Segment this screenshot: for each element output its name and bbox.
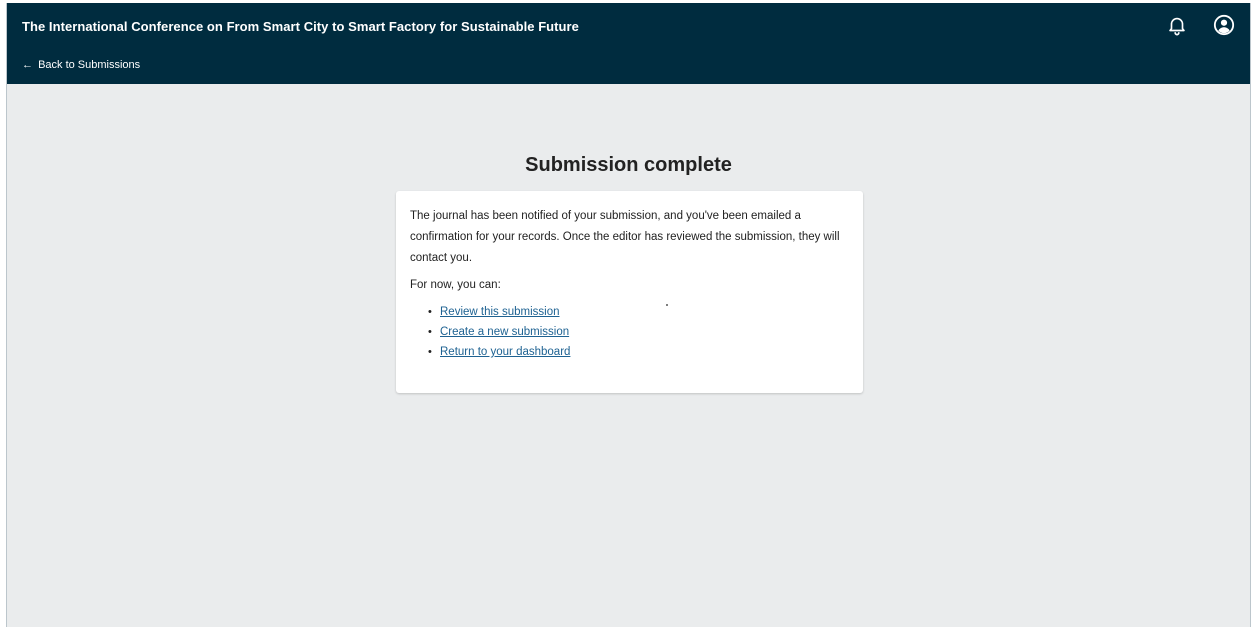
return-to-dashboard-link[interactable]: Return to your dashboard xyxy=(440,346,570,358)
user-circle-icon xyxy=(1213,14,1235,36)
cursor-artifact xyxy=(666,304,668,306)
notifications-button[interactable] xyxy=(1166,14,1188,36)
next-steps-list: • Review this submission • Create a new … xyxy=(410,302,849,362)
list-item: • Return to your dashboard xyxy=(428,342,849,362)
back-to-submissions-link[interactable]: ← Back to Submissions xyxy=(22,59,140,71)
review-submission-link[interactable]: Review this submission xyxy=(440,306,560,318)
app-window: The International Conference on From Sma… xyxy=(6,3,1251,627)
list-item: • Create a new submission xyxy=(428,322,849,342)
create-new-submission-link[interactable]: Create a new submission xyxy=(440,326,569,338)
site-title: The International Conference on From Sma… xyxy=(22,19,579,34)
bell-icon xyxy=(1169,17,1185,36)
submission-complete-card: The journal has been notified of your su… xyxy=(396,191,863,393)
top-navigation-bar: The International Conference on From Sma… xyxy=(7,3,1250,84)
back-arrow-icon: ← xyxy=(22,59,33,71)
bullet: • xyxy=(428,346,432,358)
options-intro: For now, you can: xyxy=(410,279,501,291)
user-account-button[interactable] xyxy=(1213,14,1235,36)
confirmation-message: The journal has been notified of your su… xyxy=(410,210,840,264)
list-item: • Review this submission xyxy=(428,302,849,322)
page-title: Submission complete xyxy=(525,154,732,177)
back-to-submissions-label: Back to Submissions xyxy=(38,59,141,71)
bullet: • xyxy=(428,326,432,338)
bullet: • xyxy=(428,306,432,318)
